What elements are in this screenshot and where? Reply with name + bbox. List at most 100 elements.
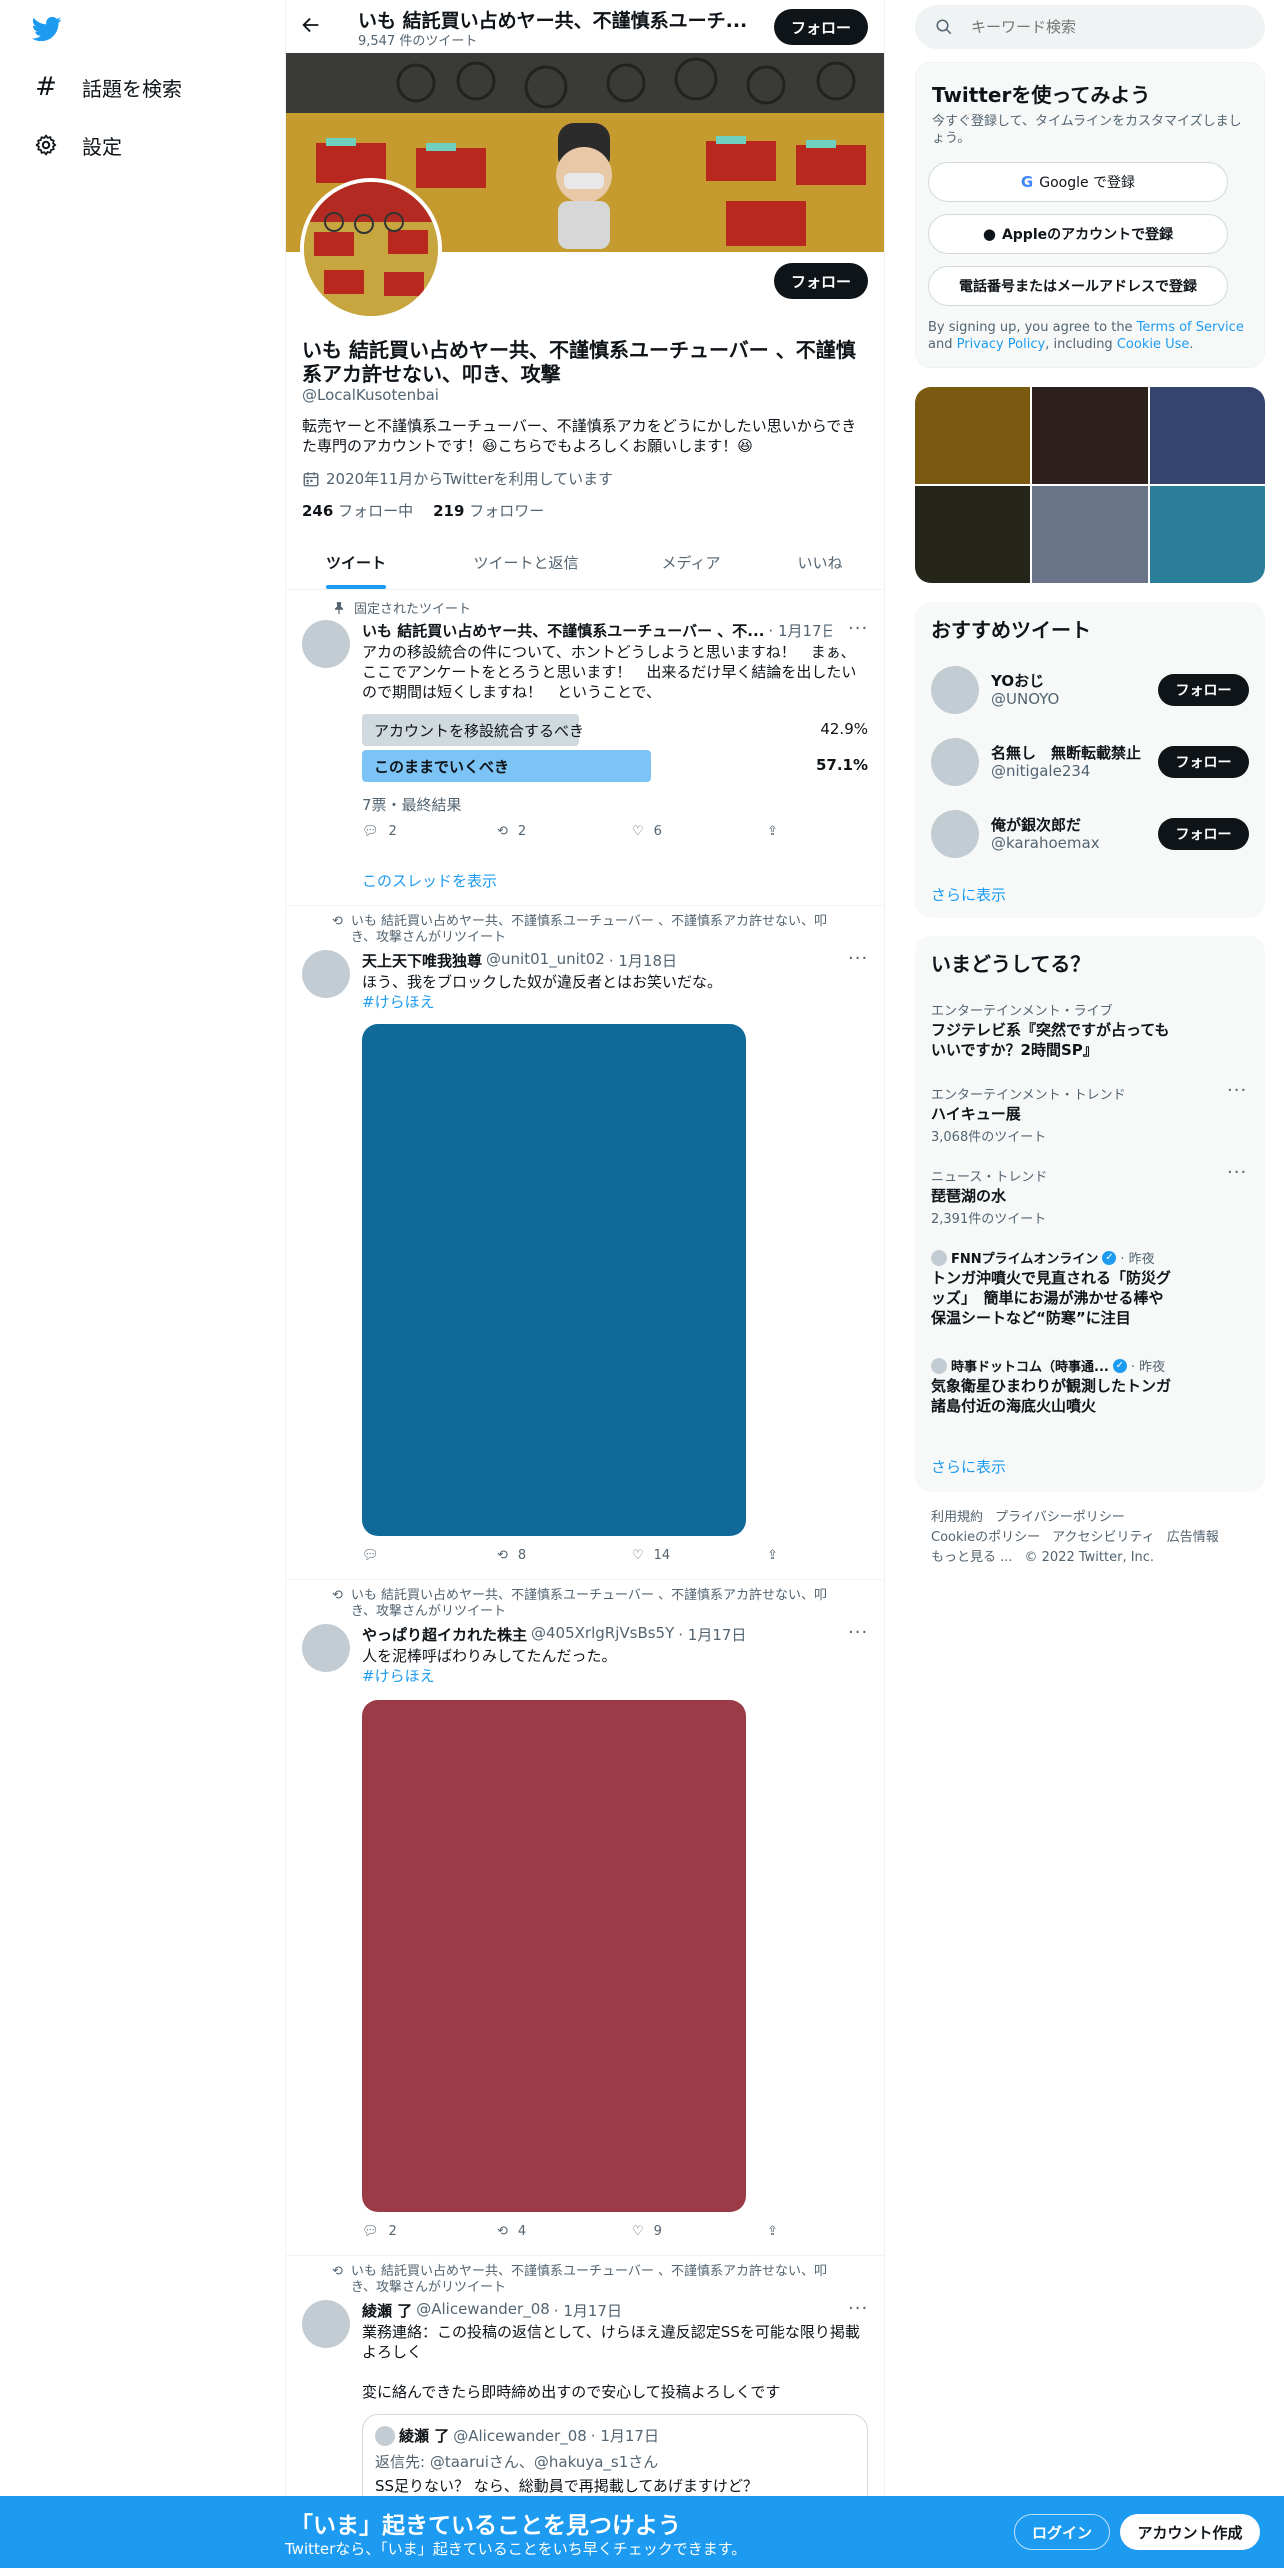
footer-privacy-link[interactable]: プライバシーポリシー [995,1508,1125,1528]
back-arrow-icon[interactable] [300,14,324,38]
tweet-pinned[interactable]: 固定されたツイート いも 結託買い占めヤー共、不謹慎系ユーチューバー 、不...… [286,590,884,906]
news-item[interactable]: 時事ドットコム（時事通... ✓ · 昨夜 気象衛星ひまわりが観測したトンガ諸島… [915,1348,1265,1428]
footer-cookie-link[interactable]: Cookieのポリシー [931,1528,1040,1548]
nav-settings[interactable]: 設定 [34,128,122,162]
tweet-date[interactable]: · 1月18日 [609,950,677,971]
retweet-button[interactable]: ⟲ 8 [497,1548,526,1563]
avatar[interactable] [302,620,350,668]
follow-suggestion[interactable]: YOおじ @UNOYO フォロー [915,658,1265,722]
tweet-date[interactable]: · 1月17日 [678,1624,746,1645]
pinned-label: 固定されたツイート [354,602,472,617]
suggestion-follow-button[interactable]: フォロー [1158,818,1249,850]
avatar[interactable] [302,950,350,998]
bottom-login-button[interactable]: ログイン [1014,2514,1110,2550]
like-count: 6 [653,824,662,839]
hashtag-link[interactable]: #けらほえ [362,992,435,1012]
news-item[interactable]: FNNプライムオンライン ✓ · 昨夜 トンガ沖噴火で見直される「防災グッズ」 … [915,1240,1265,1340]
follow-suggestion[interactable]: 俺が銀次郎だ @karahoemax フォロー [915,802,1265,866]
tab-media[interactable]: メディア [626,535,756,589]
follow-suggestion[interactable]: 名無し 無断転載禁止 @nitigale234 フォロー [915,730,1265,794]
media-grid-tile[interactable] [1032,486,1148,583]
following-link[interactable]: 246 フォロー中 [302,500,413,521]
share-button[interactable]: ⇪ [767,824,778,839]
avatar[interactable] [302,2300,350,2348]
profile-avatar[interactable] [300,178,442,320]
tweet-handle[interactable]: @405XrlgRjVsBs5Y [531,1624,674,1645]
hashtag-link[interactable]: #けらほえ [362,1666,435,1686]
tweet-date[interactable]: · 1月17日 [554,2300,622,2321]
who-to-follow-more-link[interactable]: さらに表示 [931,884,1006,905]
pin-icon [332,601,346,615]
media-grid-tile[interactable] [915,486,1031,583]
more-icon[interactable]: ··· [848,2298,868,2319]
trends-more-link[interactable]: さらに表示 [931,1456,1006,1477]
show-thread-link[interactable]: このスレッドを表示 [362,870,497,891]
retweet-button[interactable]: ⟲ 4 [497,2224,526,2239]
footer-terms-link[interactable]: 利用規約 [931,1508,983,1528]
tweet-author-name[interactable]: 綾瀬 了 [362,2300,412,2321]
tweet-handle[interactable]: @Alicewander_08 [416,2300,550,2321]
avatar[interactable] [302,1624,350,1672]
tweet-retweeted[interactable]: ⟲ いも 結託買い占めヤー共、不謹慎系ユーチューバー 、不謹慎系アカ許せない、叩… [286,906,884,1580]
header-follow-button[interactable]: フォロー [774,9,868,45]
tweet-retweeted[interactable]: ⟲ いも 結託買い占めヤー共、不謹慎系ユーチューバー 、不謹慎系アカ許せない、叩… [286,1580,884,2256]
more-icon[interactable]: ··· [848,618,868,639]
trend-item[interactable]: ニュース・トレンド ··· 琵琶湖の水 2,391件のツイート [915,1158,1265,1232]
following-count: 246 [302,502,334,520]
google-icon: G [1020,173,1034,191]
phone-signup-button[interactable]: 電話番号またはメールアドレスで登録 [928,266,1228,306]
search-box[interactable] [915,5,1265,49]
search-input[interactable] [971,15,1251,39]
apple-signup-button[interactable]: ● Appleのアカウントで登録 [928,214,1228,254]
tweet-handle[interactable]: @unit01_unit02 [486,950,605,971]
media-grid-tile[interactable] [915,387,1031,484]
tweet-media[interactable] [362,1024,746,1536]
more-icon[interactable]: ··· [848,948,868,969]
reply-button[interactable]: 💬︎ 2 [362,824,397,839]
tab-tweets[interactable]: ツイート [286,535,426,589]
privacy-link[interactable]: Privacy Policy [957,337,1046,352]
tweet-date[interactable]: · 1月17日 [768,620,832,641]
reply-button[interactable]: 💬︎ 2 [362,2224,397,2239]
suggestion-follow-button[interactable]: フォロー [1158,674,1249,706]
share-icon: ⇪ [767,1548,778,1563]
more-icon[interactable]: ··· [1227,1080,1247,1101]
tweet-author-name[interactable]: いも 結託買い占めヤー共、不謹慎系ユーチューバー 、不... [362,620,764,641]
bottom-bar-subtitle: Twitterなら、「いま」起きていることをいち早くチェックできます。 [285,2540,747,2558]
trend-item[interactable]: エンターテインメント・トレンド ··· ハイキュー展 3,068件のツイート [915,1076,1265,1150]
like-button[interactable]: ♡ 9 [632,2224,662,2239]
retweet-label: いも 結託買い占めヤー共、不謹慎系ユーチューバー 、不謹慎系アカ許せない、叩き、… [350,2264,828,2295]
tab-tweets-and-replies[interactable]: ツイートと返信 [426,535,626,589]
media-grid-tile[interactable] [1149,486,1265,583]
more-icon[interactable]: ··· [1227,1162,1247,1183]
retweet-label: いも 結託買い占めヤー共、不謹慎系ユーチューバー 、不謹慎系アカ許せない、叩き、… [350,914,828,945]
cookie-link[interactable]: Cookie Use [1117,337,1190,352]
footer-ads-link[interactable]: 広告情報 [1167,1528,1219,1548]
tweet-media[interactable] [362,1700,746,2212]
google-signup-button[interactable]: G Google で登録 [928,162,1228,202]
bottom-signup-button[interactable]: アカウント作成 [1120,2514,1260,2550]
header-tweet-count: 9,547 件のツイート [358,34,478,49]
share-button[interactable]: ⇪ [767,1548,778,1563]
retweet-button[interactable]: ⟲ 2 [497,824,526,839]
terms-link[interactable]: Terms of Service [1137,320,1244,335]
media-grid-tile[interactable] [1149,387,1265,484]
tweet-author-name[interactable]: やっぱり超イカれた株主 [362,1624,527,1645]
followers-link[interactable]: 219 フォロワー [433,500,544,521]
nav-explore[interactable]: # 話題を検索 [34,70,182,104]
tweet-author-name[interactable]: 天上天下唯我独尊 [362,950,482,971]
share-button[interactable]: ⇪ [767,2224,778,2239]
profile-follow-button[interactable]: フォロー [774,263,868,299]
twitter-logo-icon[interactable] [30,14,64,44]
tweet-retweeted[interactable]: ⟲ いも 結託買い占めヤー共、不謹慎系ユーチューバー 、不謹慎系アカ許せない、叩… [286,2256,884,2514]
like-button[interactable]: ♡ 14 [632,1548,670,1563]
tab-likes[interactable]: いいね [756,535,884,589]
footer-accessibility-link[interactable]: アクセシビリティ [1052,1528,1155,1548]
media-grid-tile[interactable] [1032,387,1148,484]
like-button[interactable]: ♡ 6 [632,824,662,839]
suggestion-follow-button[interactable]: フォロー [1158,746,1249,778]
footer-more-link[interactable]: もっと見る ... [931,1548,1013,1568]
trend-item[interactable]: エンターテインメント・ライブ フジテレビ系『突然ですが占ってもいいですか？2時間… [915,992,1265,1066]
more-icon[interactable]: ··· [848,1622,868,1643]
reply-button[interactable]: 💬︎ [362,1548,389,1563]
